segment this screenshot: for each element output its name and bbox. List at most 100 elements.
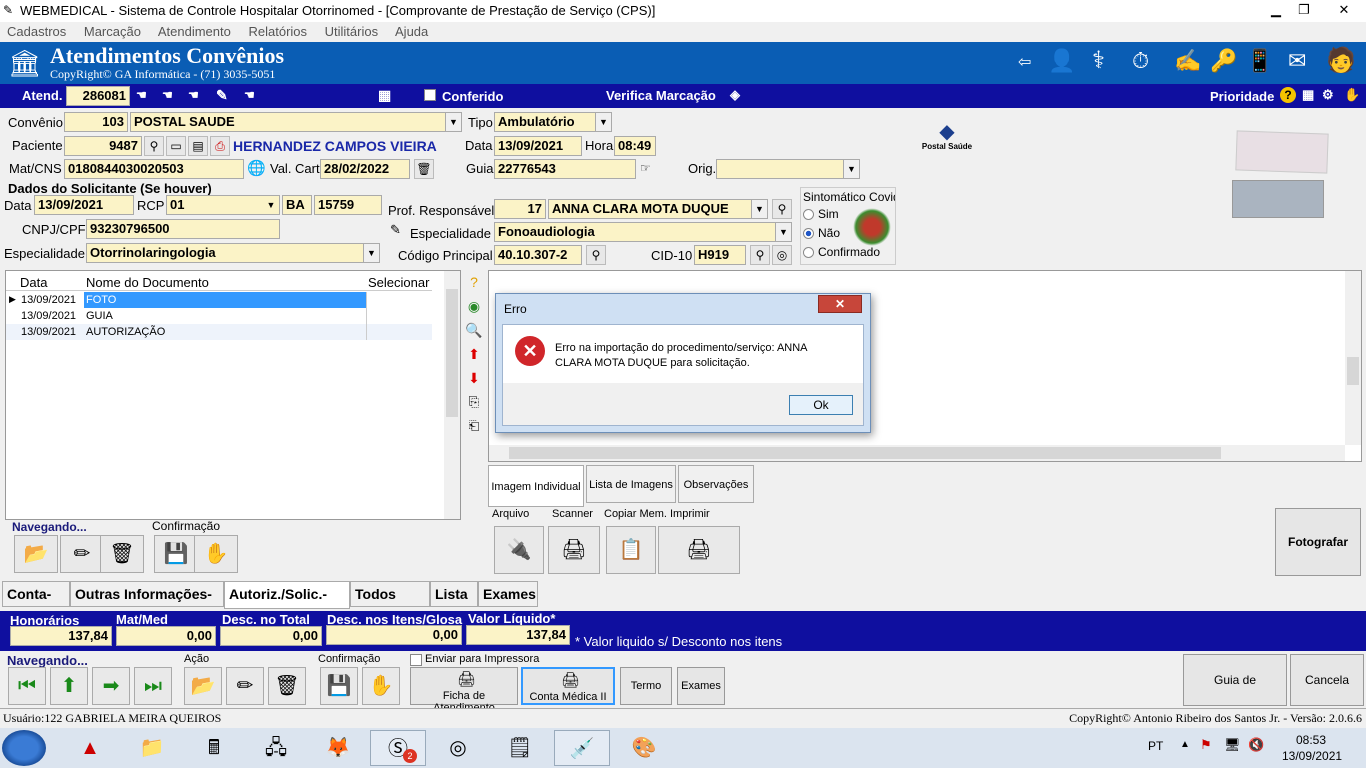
cnpj-field[interactable]: 93230796500 xyxy=(86,219,280,239)
radio-sim[interactable]: Sim xyxy=(803,207,839,221)
caduceus-icon[interactable]: ⚕ xyxy=(1092,46,1105,75)
uf-field[interactable]: BA xyxy=(282,195,312,215)
chevron-down-icon[interactable]: ▼ xyxy=(445,113,461,131)
tipo-select[interactable]: Ambulatório ▼ xyxy=(494,112,612,132)
binoculars-icon[interactable]: ⚲ xyxy=(144,136,164,156)
save-icon[interactable]: 💾 xyxy=(320,667,358,705)
notes-icon[interactable]: 🗒 xyxy=(492,730,548,766)
orig-select[interactable]: ▼ xyxy=(716,159,860,179)
table-row[interactable]: ▶ 13/09/2021 FOTO xyxy=(6,292,432,308)
flag-icon[interactable]: ⚑ xyxy=(1200,737,1212,753)
crm-field[interactable]: 15759 xyxy=(314,195,382,215)
tab-autoriz-solic[interactable]: Autoriz./Solic.-F11 xyxy=(224,581,350,626)
viewer-vscroll[interactable] xyxy=(1345,271,1361,445)
liquido-value[interactable]: 137,84 xyxy=(466,625,570,645)
open-folder-icon[interactable]: 📂 xyxy=(14,535,58,573)
chevron-down-icon[interactable]: ▼ xyxy=(263,196,279,214)
rcp-select[interactable]: 01 ▼ xyxy=(166,195,280,215)
sol-esp-select[interactable]: Otorrinolaringologia ▼ xyxy=(86,243,380,263)
enviar-checkbox[interactable] xyxy=(410,654,422,666)
back-arrow-icon[interactable]: ⇦ xyxy=(1018,52,1031,72)
valcart-field[interactable]: 28/02/2022 xyxy=(320,159,410,179)
stop-icon[interactable]: ✋ xyxy=(362,667,400,705)
matmed-value[interactable]: 0,00 xyxy=(116,626,216,646)
hora-field[interactable]: 08:49 xyxy=(614,136,656,156)
edit-pencil-icon[interactable]: ✏ xyxy=(60,535,104,573)
honorarios-value[interactable]: 137,84 xyxy=(10,626,112,646)
tab-todos-cps[interactable]: Todos CPS xyxy=(350,581,430,626)
skype-icon[interactable]: Ⓢ 2 xyxy=(370,730,426,766)
guia-autorizacao-button[interactable]: Guia de Autorização xyxy=(1183,654,1287,737)
globe-icon[interactable]: 🌐 xyxy=(247,159,266,177)
cid-field[interactable]: H919 xyxy=(694,245,746,265)
tab-lista[interactable]: Lista xyxy=(430,581,478,607)
menu-cadastros[interactable]: Cadastros xyxy=(7,24,66,39)
table-row[interactable]: 13/09/2021 AUTORIZAÇÃO xyxy=(6,324,432,340)
chevron-down-icon[interactable]: ▼ xyxy=(843,160,859,178)
printer-icon[interactable]: ⎙ xyxy=(210,136,230,156)
mail-icon[interactable]: ✉ xyxy=(1288,48,1306,74)
language-indicator[interactable]: PT xyxy=(1148,739,1163,753)
paciente-code[interactable]: 9487 xyxy=(64,136,142,156)
atend-number[interactable]: 286081 xyxy=(66,86,130,106)
menu-relatorios[interactable]: Relatórios xyxy=(248,24,307,39)
help-icon[interactable]: ? xyxy=(464,274,484,298)
guia-field[interactable]: 22776543 xyxy=(494,159,636,179)
next-record-icon[interactable]: ➡ xyxy=(92,667,130,705)
file-open-icon[interactable]: 🔌 xyxy=(494,526,544,574)
prof-code[interactable]: 17 xyxy=(494,199,546,219)
tab-observacoes[interactable]: Observações xyxy=(678,465,754,503)
tray-expand-icon[interactable]: ▲ xyxy=(1180,739,1190,750)
calendar-icon[interactable]: ▦ xyxy=(1302,87,1314,103)
binoculars-icon[interactable]: ⚲ xyxy=(772,199,792,219)
clock-time[interactable]: 08:53 xyxy=(1296,733,1326,747)
matcns-field[interactable]: 0180844030020503 xyxy=(64,159,244,179)
chevron-down-icon[interactable]: ▼ xyxy=(363,244,379,262)
prof-select[interactable]: ANNA CLARA MOTA DUQUE ▼ xyxy=(548,199,768,219)
verifica-icon[interactable]: ◈ xyxy=(730,87,740,103)
network-tray-icon[interactable]: 🖥 xyxy=(1224,737,1241,753)
start-button[interactable] xyxy=(2,730,46,766)
user-profile-icon[interactable]: 🧑 xyxy=(1326,46,1356,75)
last-record-icon[interactable]: ⏭ xyxy=(134,667,172,705)
guia-pointer-icon[interactable]: ☞ xyxy=(640,161,651,175)
data-field[interactable]: 13/09/2021 xyxy=(494,136,582,156)
convenio-select[interactable]: POSTAL SAUDE ▼ xyxy=(130,112,462,132)
record-icon[interactable]: ◉ xyxy=(464,298,484,322)
sms-icon[interactable]: 📱 xyxy=(1246,48,1273,74)
descitens-value[interactable]: 0,00 xyxy=(326,625,462,645)
card-icon[interactable]: ▤ xyxy=(188,136,208,156)
cancela-guia-button[interactable]: Cancela Guia xyxy=(1290,654,1364,737)
edit-icon[interactable]: ✎ xyxy=(216,87,228,104)
menu-marcacao[interactable]: Marcação xyxy=(84,24,141,39)
tab-imagem-individual[interactable]: Imagem Individual xyxy=(488,465,584,507)
hand-icon[interactable]: ✋ xyxy=(1344,87,1360,103)
edit-pencil-icon[interactable]: ✏ xyxy=(226,667,264,705)
ficha-atendimento-button[interactable]: 🖨Ficha de Atendimento xyxy=(410,667,518,714)
firefox-icon[interactable]: 🦊 xyxy=(310,730,366,766)
chevron-down-icon[interactable]: ▼ xyxy=(775,223,791,241)
trash-icon[interactable]: 🗑 xyxy=(414,159,434,179)
convenio-code[interactable]: 103 xyxy=(64,112,128,132)
save-icon[interactable]: 💾 xyxy=(154,535,198,573)
open-folder-icon[interactable]: 📂 xyxy=(184,667,222,705)
codigo-field[interactable]: 40.10.307-2 xyxy=(494,245,582,265)
volume-icon[interactable]: 🔇 xyxy=(1248,737,1264,753)
menu-utilitarios[interactable]: Utilitários xyxy=(325,24,378,39)
paint-icon[interactable]: 🎨 xyxy=(616,730,672,766)
add-user-icon[interactable]: 👤 xyxy=(1048,48,1075,74)
zoom-icon[interactable]: 🔍 xyxy=(464,322,484,346)
verifica-marcacao-label[interactable]: Verifica Marcação xyxy=(606,88,716,103)
arrow-down-icon[interactable]: ⬇ xyxy=(464,370,484,394)
trash-bin-icon[interactable]: 🗑 xyxy=(100,535,144,573)
menu-atendimento[interactable]: Atendimento xyxy=(158,24,231,39)
nav-prev-icon[interactable]: ☚ xyxy=(162,88,173,102)
webmedical-app-icon[interactable]: 💉 xyxy=(554,730,610,766)
conferido-checkbox[interactable] xyxy=(424,89,436,101)
help-icon[interactable]: ? xyxy=(1280,87,1296,103)
nav-next-icon[interactable]: ☚ xyxy=(188,88,199,102)
desctotal-value[interactable]: 0,00 xyxy=(220,626,322,646)
print-icon[interactable]: 🖨 xyxy=(658,526,740,574)
chrome-icon[interactable]: ◎ xyxy=(430,730,486,766)
export-icon[interactable]: ⎘ xyxy=(464,394,484,418)
